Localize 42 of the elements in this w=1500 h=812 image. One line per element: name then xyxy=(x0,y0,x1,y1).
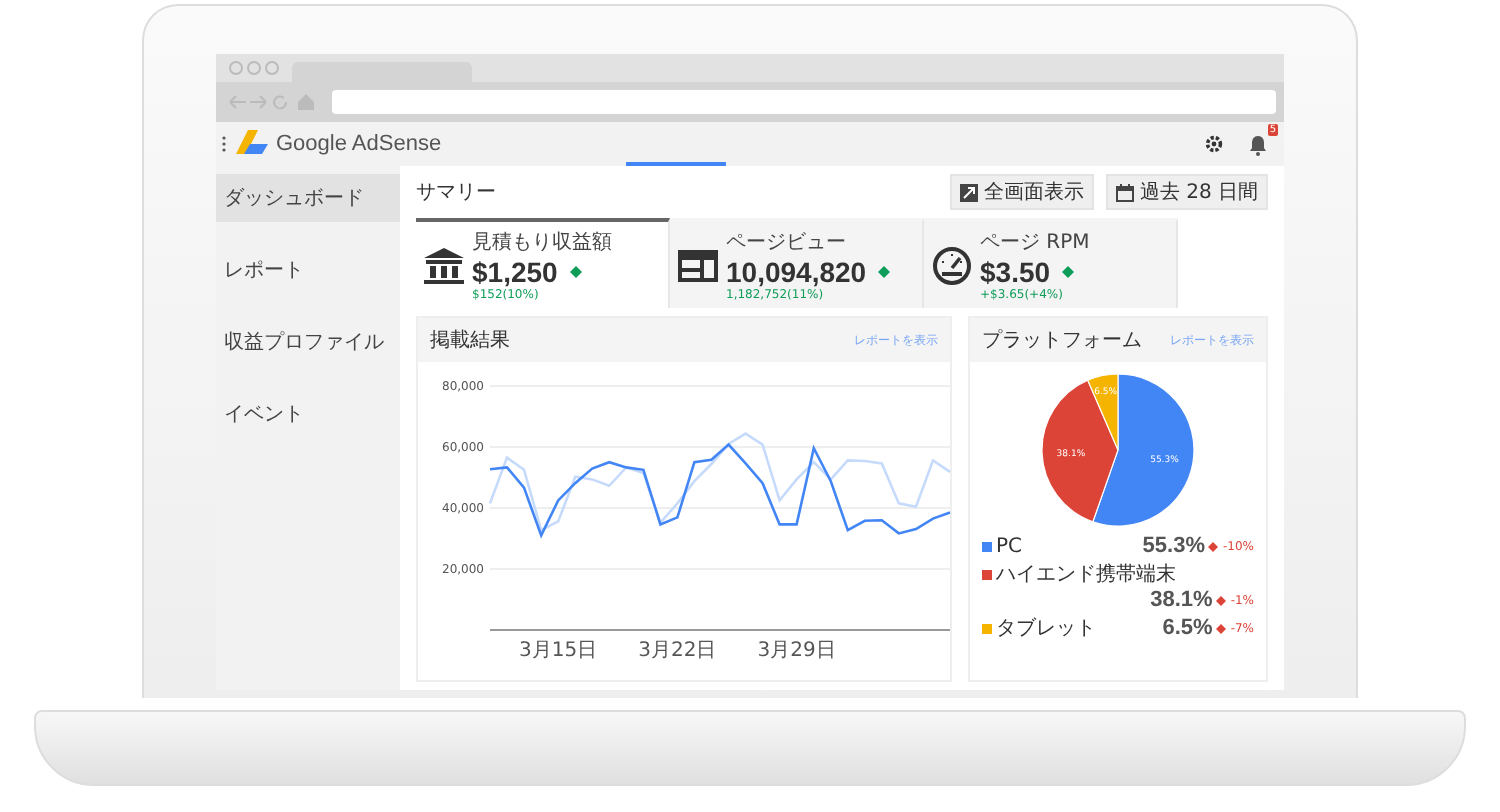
diamond-icon xyxy=(1216,595,1227,605)
axis-label: 3月29日 xyxy=(757,640,836,662)
legend-share: 55.3% xyxy=(1142,534,1205,558)
axis-label: 3月22日 xyxy=(638,640,717,662)
diamond-icon xyxy=(1208,541,1219,551)
panel-title: 掲載結果 xyxy=(430,327,510,354)
menu-icon[interactable] xyxy=(220,134,228,154)
expand-icon xyxy=(959,183,978,201)
sidebar-item[interactable]: ダッシュボード xyxy=(216,174,400,222)
metric-value: 10,094,820 xyxy=(726,256,867,288)
calendar-icon xyxy=(1115,183,1134,201)
settings-icon[interactable] xyxy=(1204,134,1224,154)
diamond-icon xyxy=(1062,266,1075,278)
legend-label: PC xyxy=(996,535,1023,557)
gauge-icon xyxy=(932,245,972,285)
metric-value: $3.50 xyxy=(980,256,1051,288)
legend-share: 38.1% xyxy=(1150,588,1213,612)
date-range-button[interactable]: 過去 28 日間 xyxy=(1105,174,1268,210)
metric-label: ページビュー xyxy=(726,230,848,256)
diamond-icon xyxy=(878,266,891,278)
sidebar-item[interactable]: 収益プロファイル xyxy=(216,318,400,366)
app-title: Google AdSense xyxy=(276,132,442,156)
window-icon xyxy=(678,249,718,281)
window-buttons-icon xyxy=(228,60,280,76)
logo-icon xyxy=(236,130,268,158)
bell-icon[interactable] xyxy=(1248,133,1268,155)
legend-label: タブレット xyxy=(996,615,1096,642)
panel-title: プラットフォーム xyxy=(982,327,1142,354)
section-title: サマリー xyxy=(416,180,496,206)
bank-icon xyxy=(424,247,464,283)
diamond-icon xyxy=(569,266,582,278)
tab-indicator xyxy=(626,162,726,166)
sidebar-item[interactable]: イベント xyxy=(216,390,400,438)
legend-share: 6.5% xyxy=(1162,616,1213,640)
fullscreen-button[interactable]: 全画面表示 xyxy=(949,174,1094,210)
legend-label: ハイエンド携帯端末 xyxy=(996,561,1176,588)
metric-label: 見積もり収益額 xyxy=(472,229,612,256)
diamond-icon xyxy=(1216,623,1227,633)
metric-label: ページ RPM xyxy=(980,230,1090,256)
axis-label: 3月15日 xyxy=(519,640,598,662)
sidebar-item[interactable]: レポート xyxy=(216,246,400,294)
metric-value: $1,250 xyxy=(472,256,558,288)
